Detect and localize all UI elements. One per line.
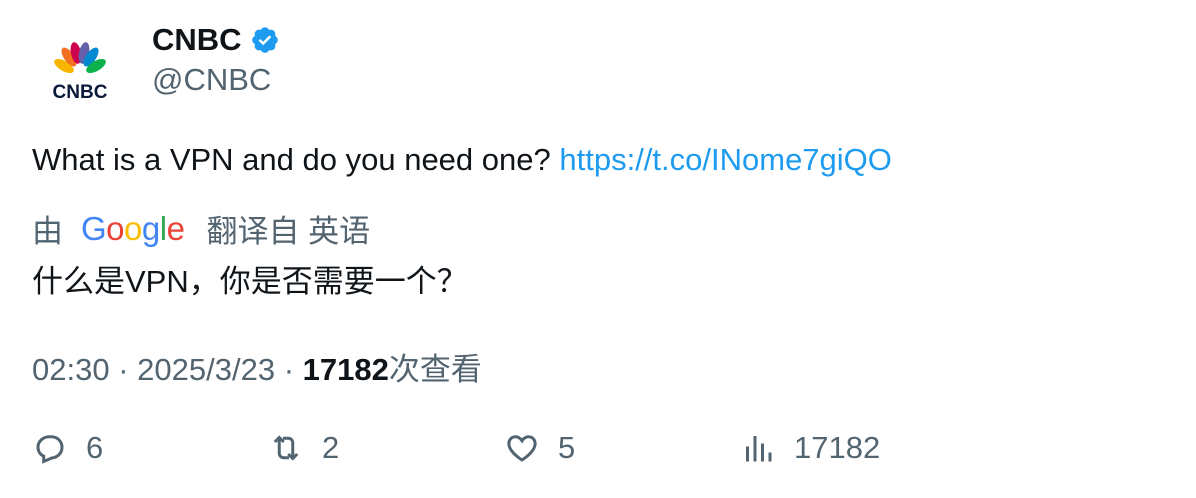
views-count: 17182 bbox=[302, 352, 389, 387]
translation-prefix: 由 bbox=[32, 214, 63, 249]
meta-separator: · bbox=[118, 352, 129, 387]
reply-count: 6 bbox=[86, 430, 104, 465]
analytics-icon bbox=[746, 436, 772, 462]
meta-separator: · bbox=[283, 352, 295, 387]
reply-icon bbox=[36, 435, 64, 464]
retweet-button[interactable]: 2 bbox=[268, 430, 339, 466]
views-label: 次查看 bbox=[388, 352, 482, 387]
like-count: 5 bbox=[558, 430, 576, 465]
author-handle[interactable]: @CNBC bbox=[152, 62, 271, 98]
author-name[interactable]: CNBC bbox=[152, 22, 242, 58]
tweet-meta: 02:30 · 2025/3/23 · 17182次查看 bbox=[32, 344, 482, 389]
translation-suffix[interactable]: 翻译自 英语 bbox=[206, 206, 370, 251]
action-bar: 6 2 5 17182 bbox=[32, 430, 1162, 476]
avatar[interactable]: CNBC bbox=[40, 38, 120, 103]
cnbc-peacock-logo: CNBC bbox=[53, 42, 108, 103]
views-action-count: 17182 bbox=[794, 430, 881, 465]
heart-icon bbox=[507, 435, 537, 462]
translated-text: 什么是VPN，你是否需要一个？ bbox=[32, 264, 468, 299]
tweet-text: What is a VPN and do you need one? https… bbox=[32, 142, 892, 178]
translation-attribution: 由 Google 翻译自 英语 bbox=[32, 206, 370, 251]
views-button[interactable]: 17182 bbox=[740, 430, 880, 466]
reply-button[interactable]: 6 bbox=[32, 430, 103, 466]
verified-badge-icon bbox=[251, 27, 278, 53]
retweet-count: 2 bbox=[322, 430, 340, 465]
retweet-icon bbox=[273, 435, 299, 461]
tweet-date[interactable]: 2025/3/23 bbox=[137, 352, 275, 387]
google-logo: Google bbox=[81, 209, 185, 247]
tweet-link[interactable]: https://t.co/INome7giQO bbox=[559, 142, 892, 177]
like-button[interactable]: 5 bbox=[504, 430, 575, 466]
tweet-body: What is a VPN and do you need one? bbox=[32, 142, 551, 177]
author-name-row[interactable]: CNBC bbox=[152, 22, 280, 58]
svg-text:CNBC: CNBC bbox=[53, 82, 108, 102]
tweet-time[interactable]: 02:30 bbox=[32, 352, 110, 387]
